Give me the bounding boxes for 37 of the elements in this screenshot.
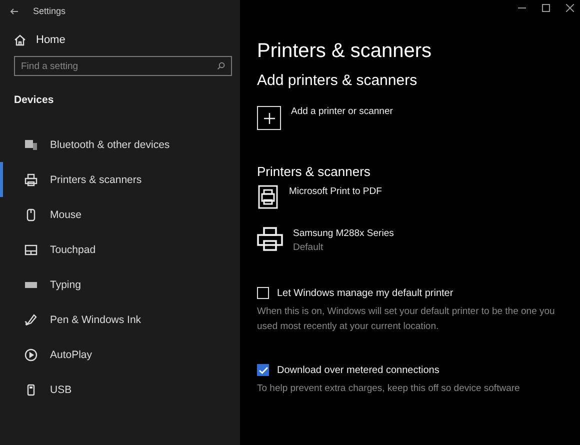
sidebar-item[interactable]: Pen & Windows Ink [0,302,240,337]
search-field[interactable]: Find a setting [14,56,232,76]
sidebar-item[interactable]: USB [0,372,240,407]
sidebar-item[interactable]: Mouse [0,197,240,232]
printer-item[interactable]: Samsung M288x Series Default [257,227,580,263]
search-icon [217,62,225,70]
autoplay-icon [24,348,38,362]
sidebar-item[interactable]: Bluetooth & other devices [0,127,240,162]
section-heading: Devices [13,93,55,106]
pen-icon [24,312,38,326]
plus-icon [264,112,274,124]
window-title: Settings [33,6,66,16]
sidebar-item[interactable]: Printers & scanners [0,162,240,197]
printer-item[interactable]: Microsoft Print to PDF [257,185,580,221]
close-icon[interactable] [566,4,574,12]
devices-icon [24,138,38,152]
document-printer-icon [257,185,279,209]
back-arrow-icon[interactable] [10,8,19,14]
sidebar-item[interactable]: AutoPlay [0,337,240,372]
printer-icon [24,172,38,186]
home-link[interactable]: Home [36,34,66,46]
sidebar-item[interactable]: Typing [0,267,240,302]
maximize-icon[interactable] [542,4,550,12]
touchpad-icon [24,242,38,256]
checkmark-icon [258,366,268,374]
checkbox[interactable]: Let Windows manage my default printer [257,287,580,299]
mouse-icon [24,208,38,222]
option-description: To help prevent extra charges, keep this off so device software [257,382,521,396]
option-description: When this is on, Windows will set your default printer to be the one you used most recently at your current location. [257,305,556,334]
page-title: Printers & scanners [257,40,433,63]
section-heading: Add printers & scanners [257,72,418,89]
home-icon [14,34,26,46]
checkbox[interactable]: Download over metered connections [257,364,580,376]
sidebar-item[interactable]: Touchpad [0,232,240,267]
add-printer-button[interactable]: Add a printer or scanner [257,103,580,130]
section-heading: Printers & scanners [257,164,372,179]
printer-icon [257,227,283,251]
